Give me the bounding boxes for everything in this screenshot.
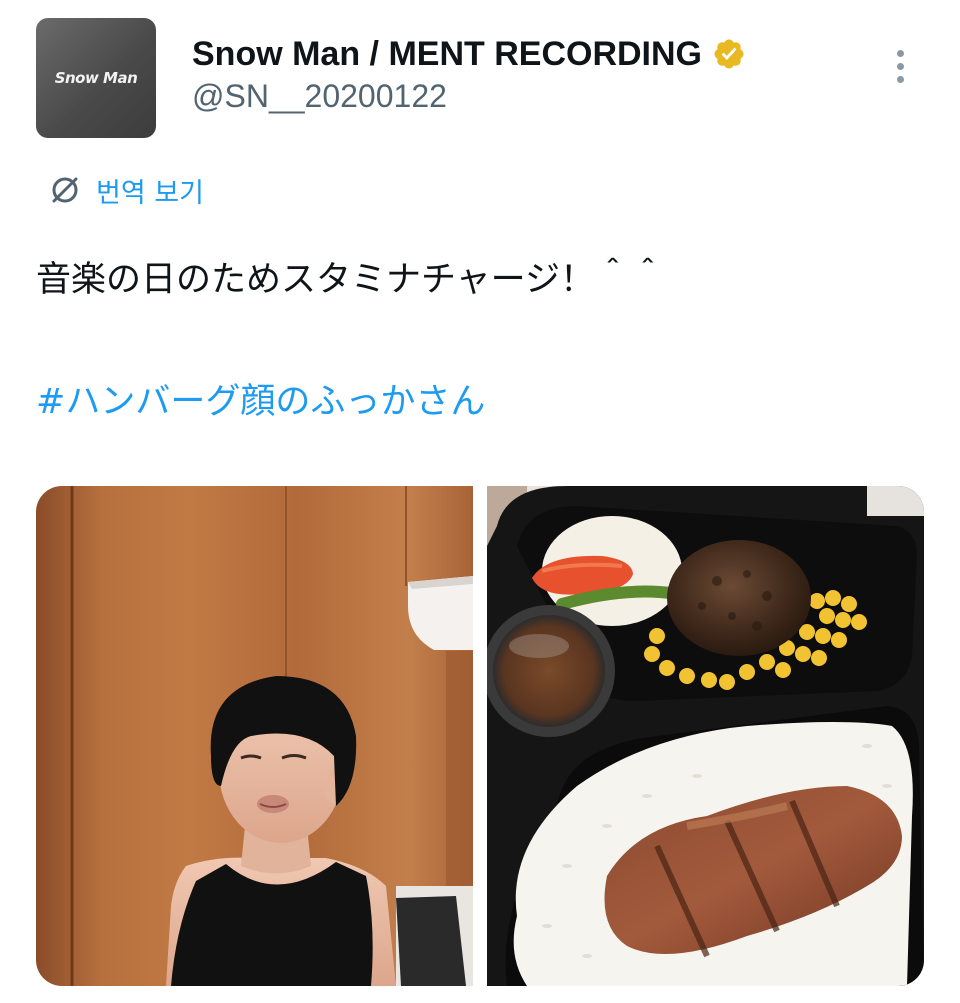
more-dot-icon bbox=[896, 75, 904, 83]
more-dot-icon bbox=[896, 49, 904, 57]
translate-globe-icon bbox=[52, 177, 78, 203]
translate-label: 번역 보기 bbox=[96, 177, 204, 209]
tweet-text: 音楽の日のためスタミナチャージ！＾＾ bbox=[36, 260, 665, 300]
photo-man-pouting-icon bbox=[36, 486, 473, 986]
tweet-detail: Snow Man Snow Man / MENT RECORDING @SN__… bbox=[0, 0, 960, 1003]
avatar[interactable]: Snow Man bbox=[36, 18, 156, 138]
translate-button[interactable]: 번역 보기 bbox=[48, 170, 204, 210]
photo-hamburg-bento-icon bbox=[487, 486, 924, 986]
media-photo-1[interactable] bbox=[36, 486, 473, 986]
avatar-logo-text: Snow Man bbox=[54, 69, 138, 87]
verified-badge-icon bbox=[714, 39, 744, 69]
more-options-button[interactable] bbox=[884, 40, 916, 92]
display-name[interactable]: Snow Man / MENT RECORDING bbox=[192, 35, 702, 74]
author-handle[interactable]: @SN__20200122 bbox=[192, 78, 447, 115]
hashtag-link[interactable]: #ハンバーグ顔のふっかさん bbox=[36, 374, 485, 430]
more-dot-icon bbox=[896, 62, 904, 70]
media-photo-2[interactable] bbox=[487, 486, 924, 986]
media-grid bbox=[36, 486, 924, 986]
author-name-row[interactable]: Snow Man / MENT RECORDING bbox=[192, 32, 746, 76]
